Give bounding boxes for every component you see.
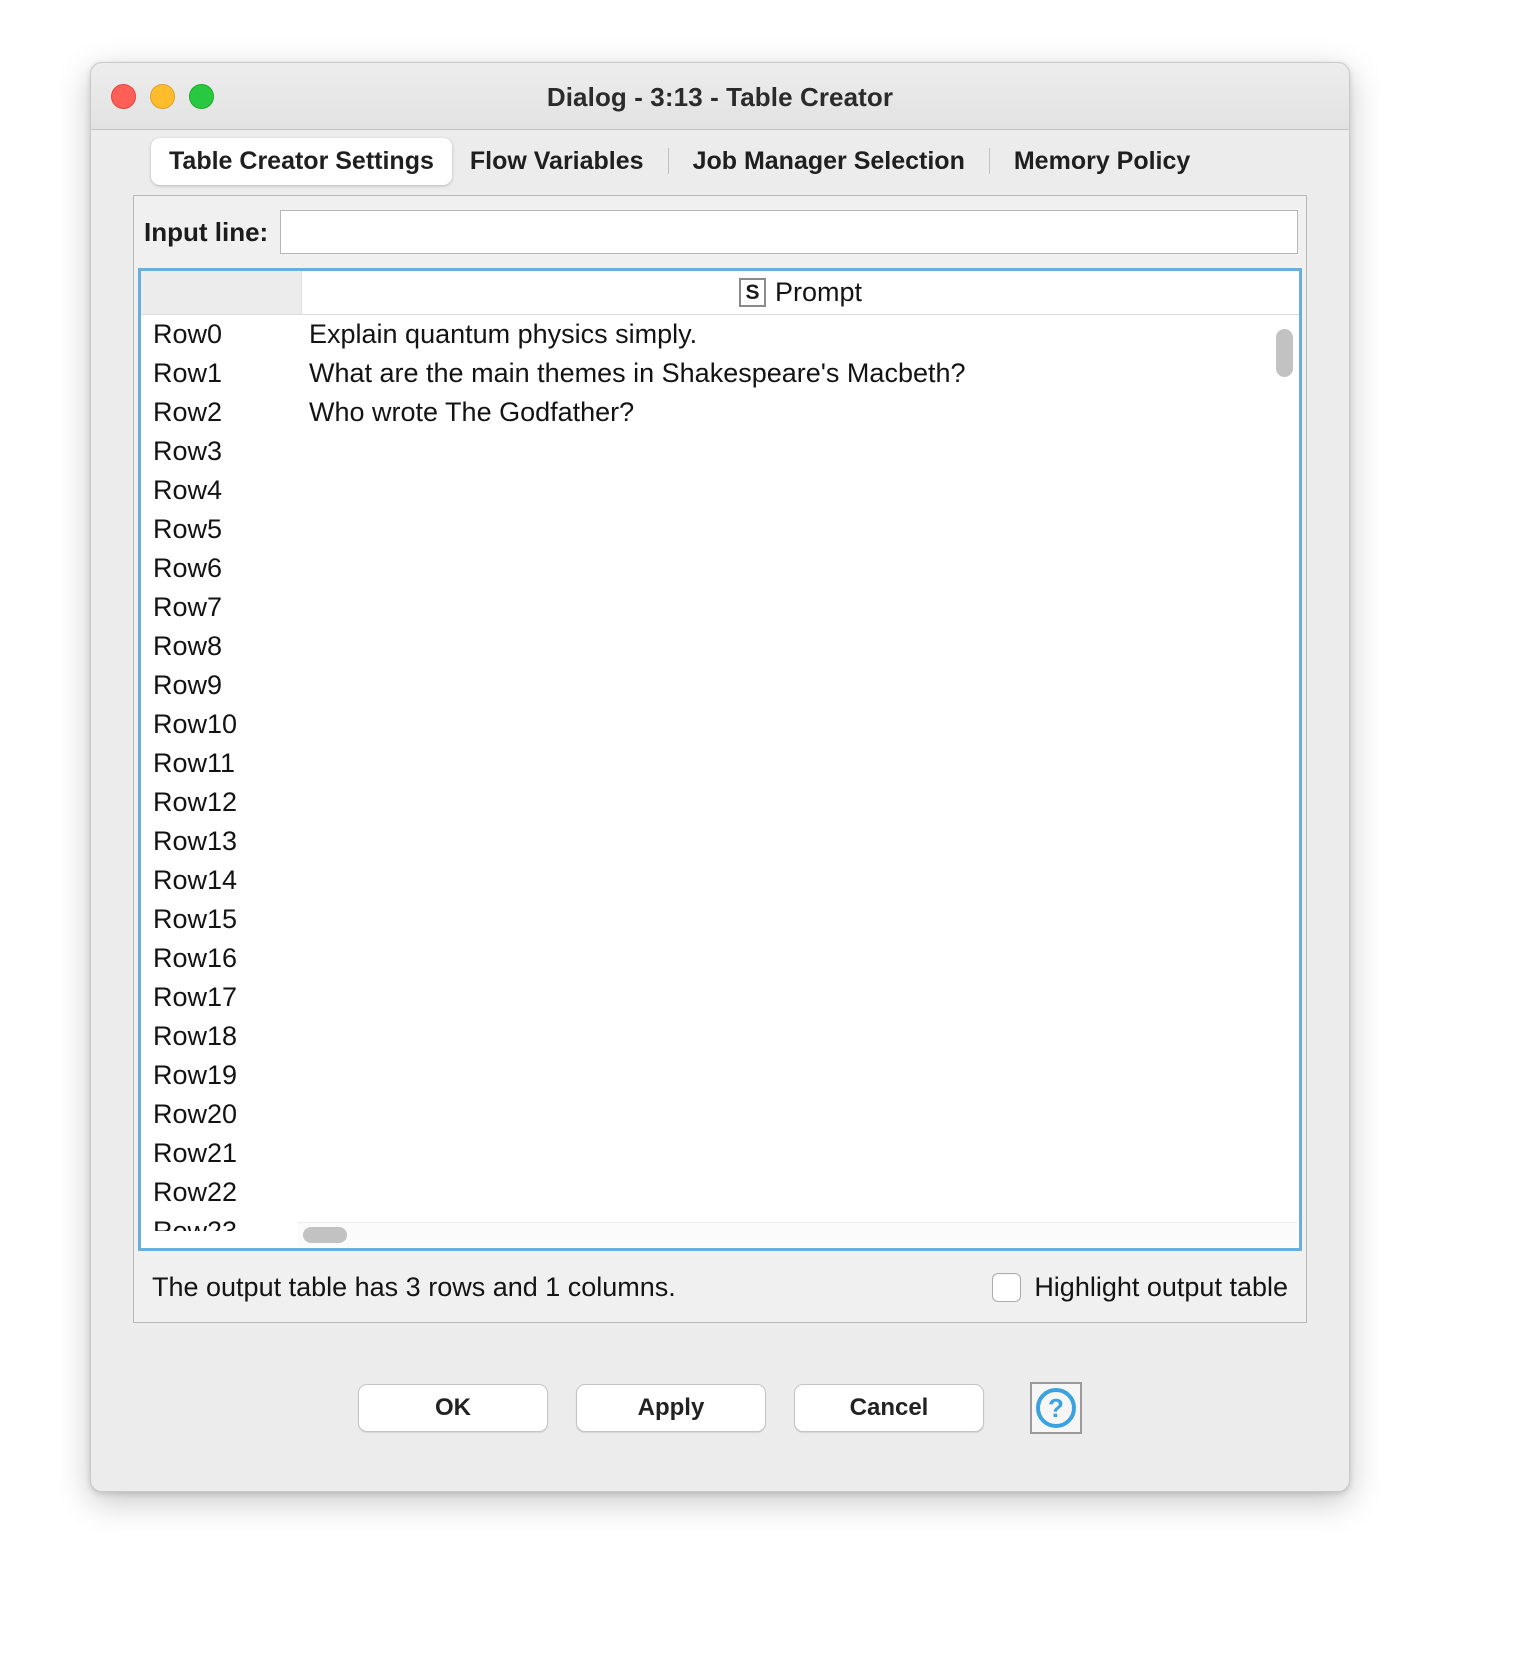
table-row[interactable]: Row1What are the main themes in Shakespe… (141, 354, 1299, 393)
row-id-label: Row9 (141, 670, 301, 701)
row-id-label: Row19 (141, 1060, 301, 1091)
row-id-label: Row8 (141, 631, 301, 662)
tab-flow-variables[interactable]: Flow Variables (452, 138, 662, 185)
table-row[interactable]: Row10 (141, 705, 1299, 744)
tab-label: Memory Policy (1014, 147, 1190, 175)
table-row[interactable]: Row17 (141, 978, 1299, 1017)
table-row[interactable]: Row21 (141, 1134, 1299, 1173)
vertical-scrollbar[interactable] (1271, 315, 1297, 1227)
row-id-label: Row11 (141, 748, 301, 779)
table-body[interactable]: Row0Explain quantum physics simply.Row1W… (141, 315, 1299, 1231)
tab-bar: Table Creator Settings Flow Variables Jo… (91, 130, 1349, 192)
tab-label: Flow Variables (470, 147, 644, 175)
table-row[interactable]: Row22 (141, 1173, 1299, 1212)
table-row[interactable]: Row5 (141, 510, 1299, 549)
row-id-label: Row2 (141, 397, 301, 428)
help-icon: ? (1036, 1388, 1076, 1428)
table-row[interactable]: Row19 (141, 1056, 1299, 1095)
row-id-label: Row7 (141, 592, 301, 623)
table-row[interactable]: Row2Who wrote The Godfather? (141, 393, 1299, 432)
highlight-output-table-label: Highlight output table (1034, 1272, 1288, 1303)
row-id-label: Row1 (141, 358, 301, 389)
input-line-row: Input line: (134, 196, 1306, 268)
table-row[interactable]: Row16 (141, 939, 1299, 978)
column-header-label: Prompt (775, 277, 862, 308)
table-row[interactable]: Row9 (141, 666, 1299, 705)
output-summary-text: The output table has 3 rows and 1 column… (152, 1272, 676, 1303)
tab-label: Job Manager Selection (693, 147, 965, 175)
cancel-button[interactable]: Cancel (794, 1384, 984, 1432)
window-title: Dialog - 3:13 - Table Creator (91, 82, 1349, 113)
highlight-output-table-group[interactable]: Highlight output table (992, 1272, 1288, 1303)
vertical-scrollbar-thumb[interactable] (1276, 329, 1293, 377)
row-id-label: Row0 (141, 319, 301, 350)
row-id-label: Row20 (141, 1099, 301, 1130)
screenshot-root: Dialog - 3:13 - Table Creator Table Crea… (0, 0, 1536, 1668)
row-id-label: Row22 (141, 1177, 301, 1208)
row-id-label: Row14 (141, 865, 301, 896)
row-id-label: Row23 (141, 1216, 301, 1231)
row-id-label: Row17 (141, 982, 301, 1013)
tab-job-manager-selection[interactable]: Job Manager Selection (675, 138, 983, 185)
tab-memory-policy[interactable]: Memory Policy (996, 138, 1208, 185)
row-id-label: Row12 (141, 787, 301, 818)
table-row[interactable]: Row6 (141, 549, 1299, 588)
dialog-footer: OK Apply Cancel ? (91, 1325, 1349, 1491)
table-container: S Prompt Row0Explain quantum physics sim… (138, 268, 1302, 1251)
table-row[interactable]: Row18 (141, 1017, 1299, 1056)
status-bar: The output table has 3 rows and 1 column… (138, 1256, 1302, 1318)
table-header-row: S Prompt (141, 271, 1299, 315)
table-row[interactable]: Row14 (141, 861, 1299, 900)
column-header-prompt[interactable]: S Prompt (302, 271, 1299, 314)
tab-table-creator-settings[interactable]: Table Creator Settings (151, 138, 452, 185)
table-row[interactable]: Row20 (141, 1095, 1299, 1134)
table-corner-cell[interactable] (141, 271, 302, 314)
table-row[interactable]: Row12 (141, 783, 1299, 822)
row-id-label: Row10 (141, 709, 301, 740)
table-row[interactable]: Row0Explain quantum physics simply. (141, 315, 1299, 354)
row-id-label: Row5 (141, 514, 301, 545)
row-id-label: Row21 (141, 1138, 301, 1169)
title-bar: Dialog - 3:13 - Table Creator (91, 63, 1349, 130)
table-row[interactable]: Row15 (141, 900, 1299, 939)
table-row[interactable]: Row11 (141, 744, 1299, 783)
row-id-label: Row13 (141, 826, 301, 857)
table-row[interactable]: Row13 (141, 822, 1299, 861)
input-line-label: Input line: (144, 217, 268, 248)
horizontal-scrollbar-thumb[interactable] (303, 1227, 347, 1243)
string-type-icon: S (739, 278, 766, 307)
row-id-label: Row16 (141, 943, 301, 974)
row-id-label: Row15 (141, 904, 301, 935)
tab-label: Table Creator Settings (169, 147, 434, 175)
highlight-output-table-checkbox[interactable] (992, 1273, 1021, 1302)
table-row[interactable]: Row7 (141, 588, 1299, 627)
input-line-field[interactable] (280, 210, 1298, 254)
row-id-label: Row3 (141, 436, 301, 467)
table-row[interactable]: Row3 (141, 432, 1299, 471)
row-id-label: Row18 (141, 1021, 301, 1052)
table-row[interactable]: Row4 (141, 471, 1299, 510)
row-prompt-cell[interactable]: Who wrote The Godfather? (301, 397, 1299, 428)
row-id-label: Row4 (141, 475, 301, 506)
help-button[interactable]: ? (1030, 1382, 1082, 1434)
horizontal-scrollbar[interactable] (298, 1222, 1297, 1247)
apply-button[interactable]: Apply (576, 1384, 766, 1432)
ok-button[interactable]: OK (358, 1384, 548, 1432)
row-prompt-cell[interactable]: Explain quantum physics simply. (301, 319, 1299, 350)
table-row[interactable]: Row8 (141, 627, 1299, 666)
settings-panel: Input line: S Prompt Row0Explain quantum… (133, 195, 1307, 1323)
dialog-window: Dialog - 3:13 - Table Creator Table Crea… (90, 62, 1350, 1492)
tab-divider (989, 148, 990, 174)
row-prompt-cell[interactable]: What are the main themes in Shakespeare'… (301, 358, 1299, 389)
row-id-label: Row6 (141, 553, 301, 584)
tab-divider (668, 148, 669, 174)
